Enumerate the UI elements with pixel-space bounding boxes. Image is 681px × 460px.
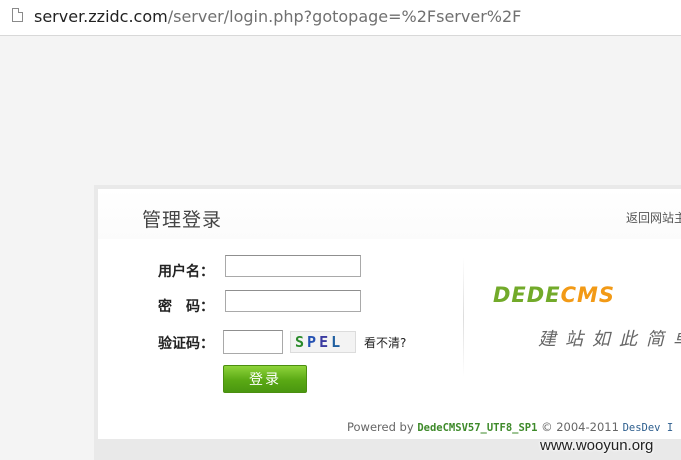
captcha-label: 验证码： [158, 336, 214, 352]
login-form: 用户名： 密 码： 验证码： SPEL 看不清? 登录 DEDECMS 建站如此… [98, 239, 681, 439]
password-input[interactable] [225, 290, 361, 312]
username-input[interactable] [225, 255, 361, 277]
back-to-site-link[interactable]: 返回网站主 [626, 209, 681, 226]
url-text[interactable]: server.zzidc.com/server/login.php?gotopa… [34, 7, 521, 26]
captcha-char: P [307, 333, 320, 351]
captcha-image[interactable]: SPEL [290, 331, 356, 353]
powered-prefix: Powered by [347, 420, 414, 434]
address-bar[interactable]: server.zzidc.com/server/login.php?gotopa… [0, 0, 681, 36]
login-panel: 管理登录 返回网站主 用户名： 密 码： 验证码： SPEL 看不清? 登录 D… [94, 185, 681, 460]
captcha-char: E [319, 333, 332, 351]
watermark: www.wooyun.org [540, 437, 654, 454]
dev-text: DesDev I [622, 422, 674, 434]
login-button[interactable]: 登录 [223, 365, 307, 393]
password-label: 密 码： [158, 299, 214, 315]
refresh-captcha-link[interactable]: 看不清? [364, 334, 406, 351]
panel-header: 管理登录 返回网站主 [98, 189, 681, 239]
powered-by-footer: Powered by DedeCMSV57_UTF8_SP1 © 2004-20… [347, 420, 673, 434]
username-label: 用户名： [158, 264, 214, 280]
url-path: /server/login.php?gotopage=%2Fserver%2F [167, 7, 522, 26]
captcha-char: S [295, 333, 308, 351]
page-icon [12, 8, 23, 22]
page-title: 管理登录 [142, 209, 223, 231]
dedecms-logo: DEDECMS [493, 283, 615, 307]
logo-cms: CMS [560, 283, 615, 307]
copyright-text: © 2004-2011 [541, 420, 619, 434]
url-host: server.zzidc.com [34, 7, 168, 26]
divider [463, 257, 464, 377]
captcha-input[interactable] [223, 330, 283, 354]
logo-dede: DEDE [493, 283, 561, 307]
captcha-char: L [331, 333, 344, 351]
slogan: 建站如此简单 [538, 329, 681, 350]
version-text: DedeCMSV57_UTF8_SP1 [417, 422, 538, 434]
